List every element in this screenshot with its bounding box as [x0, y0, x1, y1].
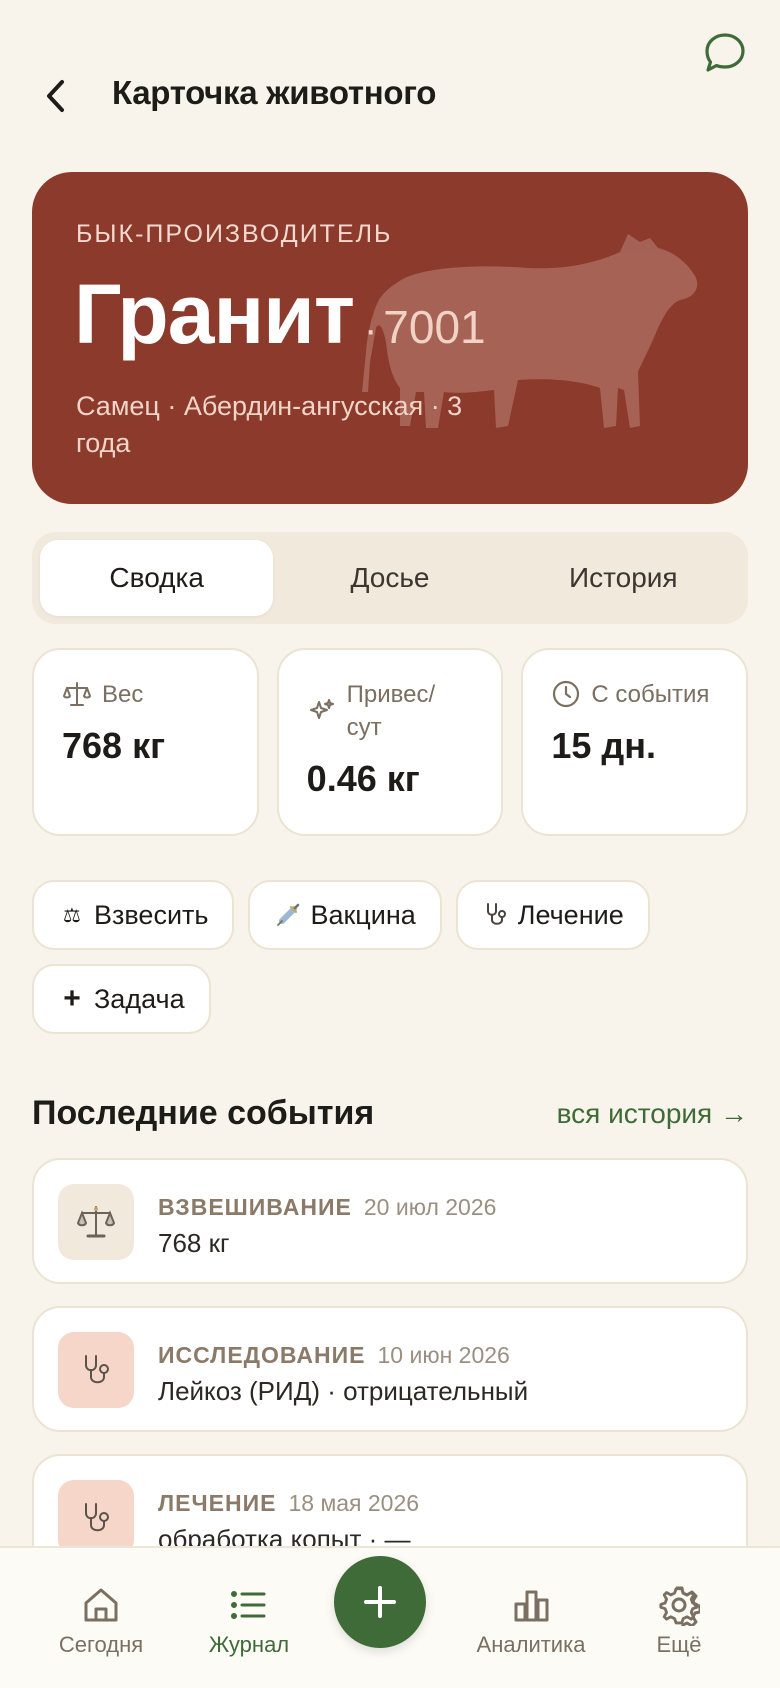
event-description: Лейкоз (РИД) · отрицательный	[158, 1376, 529, 1406]
list-item[interactable]: ИССЛЕДОВАНИЕ 10 июн 2026 Лейкоз (РИД) · о…	[32, 1306, 748, 1432]
animal-hero-card: БЫК-ПРОИЗВОДИТЕЛЬ Гранит · 7001 Самец · …	[32, 172, 748, 504]
event-type: ИССЛЕДОВАНИЕ	[158, 1342, 366, 1368]
stat-since-event: С события 15 дн.	[521, 648, 749, 836]
tab-summary[interactable]: Сводка	[40, 540, 274, 616]
tab-dossier[interactable]: Досье	[273, 540, 506, 616]
home-icon	[84, 1588, 118, 1622]
quick-actions: ⚖ Взвесить Вакцина Лечение + Задача	[32, 880, 748, 1034]
stat-gain-value: 0.46 кг	[306, 758, 420, 799]
all-history-link[interactable]: вся история →	[557, 1098, 748, 1130]
vaccine-button-label: Вакцина	[310, 899, 416, 930]
event-date: 20 июл 2026	[363, 1194, 497, 1220]
event-icon	[58, 1480, 134, 1556]
name-separator: ·	[363, 308, 378, 352]
event-description: 768 кг	[158, 1228, 230, 1258]
page-title: Карточка животного	[112, 74, 437, 111]
event-icon	[58, 1332, 134, 1408]
stat-weight-value: 768 кг	[62, 725, 166, 766]
scale-icon	[63, 682, 91, 706]
nav-journal[interactable]: Журнал	[184, 1584, 314, 1658]
stats-row: Вес 768 кг Привес/ сут 0.46 кг С события…	[32, 648, 749, 836]
chat-button[interactable]	[702, 30, 748, 76]
add-button[interactable]	[334, 1556, 426, 1648]
add-task-button-label: Задача	[94, 983, 185, 1014]
stat-since-event-label: С события	[591, 681, 710, 708]
section-title: Последние события	[32, 1094, 375, 1132]
event-date: 18 мая 2026	[288, 1490, 420, 1516]
event-date: 10 июн 2026	[377, 1342, 510, 1368]
list-item[interactable]: ВЗВЕШИВАНИЕ 20 июл 2026 768 кг	[32, 1158, 748, 1284]
tab-history[interactable]: История	[507, 540, 740, 616]
treatment-button-label: Лечение	[517, 899, 624, 930]
back-button[interactable]	[36, 76, 76, 116]
weigh-button[interactable]: ⚖ Взвесить	[32, 880, 235, 950]
nav-today-label: Сегодня	[58, 1632, 144, 1657]
vaccine-button[interactable]: Вакцина	[248, 880, 442, 950]
list-icon	[231, 1591, 266, 1619]
stethoscope-icon	[486, 903, 506, 925]
stat-gain-label: Привес/ сут	[346, 681, 436, 741]
chevron-left-icon	[47, 80, 64, 112]
bottom-nav: Сегодня Журнал Аналитика Ещё	[0, 1546, 780, 1688]
stat-gain: Привес/ сут 0.46 кг	[276, 648, 504, 836]
plus-icon	[364, 1586, 396, 1618]
recent-events-header: Последние события вся история →	[32, 1094, 748, 1133]
animal-name: Гранит	[74, 267, 355, 361]
chat-icon	[705, 33, 745, 72]
stat-weight: Вес 768 кг	[32, 648, 259, 836]
event-type: ЛЕЧЕНИЕ	[158, 1490, 277, 1516]
animal-role: БЫК-ПРОИЗВОДИТЕЛЬ	[76, 220, 393, 248]
scale-icon: ⚖	[63, 904, 81, 927]
gear-icon	[659, 1586, 700, 1626]
chart-icon	[514, 1590, 549, 1622]
animal-meta: Самец · Абердин-ангусская · 3 года	[76, 391, 463, 458]
treatment-button[interactable]: Лечение	[455, 880, 650, 950]
nav-analytics[interactable]: Аналитика	[466, 1584, 596, 1658]
nav-more-label: Ещё	[656, 1632, 702, 1657]
event-icon	[58, 1184, 134, 1260]
nav-today[interactable]: Сегодня	[36, 1584, 166, 1658]
tab-bar: Сводка Досье История	[32, 532, 748, 624]
stethoscope-icon	[85, 1355, 109, 1384]
nav-analytics-label: Аналитика	[476, 1632, 586, 1657]
event-type: ВЗВЕШИВАНИЕ	[158, 1194, 352, 1220]
scale-icon	[76, 1206, 116, 1238]
syringe-icon	[277, 903, 300, 926]
nav-journal-label: Журнал	[208, 1632, 290, 1657]
stat-since-event-value: 15 дн.	[551, 725, 656, 766]
events-list: ВЗВЕШИВАНИЕ 20 июл 2026 768 кг ИССЛЕДОВАН…	[32, 1158, 748, 1602]
nav-more[interactable]: Ещё	[614, 1584, 744, 1658]
weigh-button-label: Взвесить	[94, 899, 209, 930]
animal-id: 7001	[383, 301, 486, 353]
stat-weight-label: Вес	[102, 681, 144, 708]
sparkle-icon	[309, 699, 334, 719]
add-task-button[interactable]: + Задача	[32, 964, 211, 1034]
app-header: Карточка животного	[0, 0, 780, 160]
plus-icon: +	[63, 982, 81, 1015]
animal-name-row: Гранит · 7001	[74, 266, 486, 363]
stethoscope-icon	[85, 1503, 109, 1532]
clock-icon	[553, 680, 580, 708]
